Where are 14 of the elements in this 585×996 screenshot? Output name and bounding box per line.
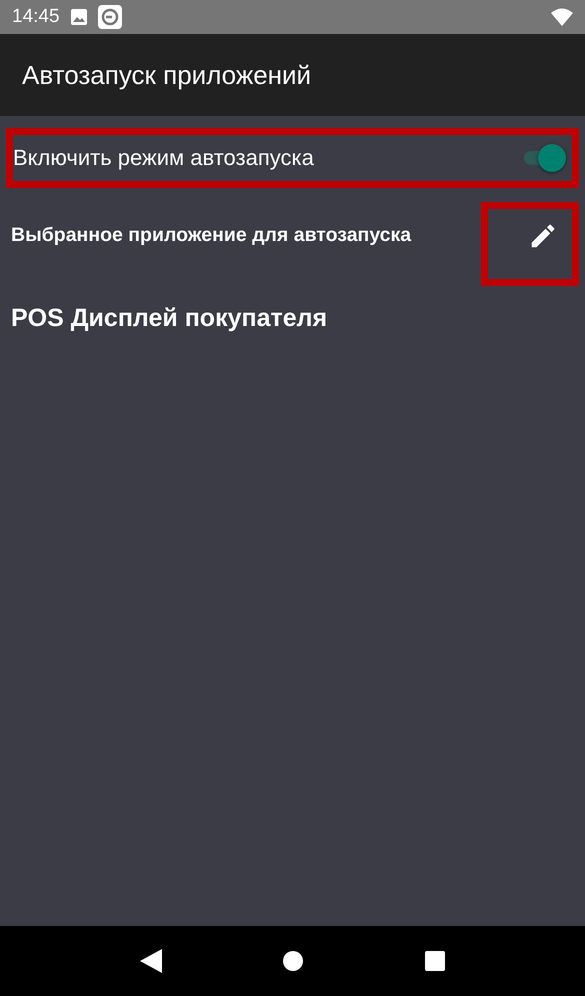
status-time: 14:45	[12, 6, 60, 28]
toggle-switch[interactable]	[522, 142, 566, 174]
back-icon[interactable]	[140, 949, 162, 973]
wifi-icon	[551, 8, 573, 26]
setting-label: Выбранное приложение для автозапуска	[10, 223, 412, 247]
recents-icon[interactable]	[424, 951, 445, 971]
screen-title: Автозапуск приложений	[22, 60, 312, 90]
toggle-label: Включить режим автозапуска	[13, 145, 315, 171]
home-icon[interactable]	[282, 950, 304, 972]
selected-app-name: POS Дисплей покупателя	[10, 303, 328, 333]
image-icon	[70, 8, 88, 26]
app-notification-icon	[98, 5, 122, 29]
autostart-setting-row[interactable]: Включить режим автозапуска	[6, 128, 579, 188]
edit-button[interactable]	[481, 202, 579, 286]
